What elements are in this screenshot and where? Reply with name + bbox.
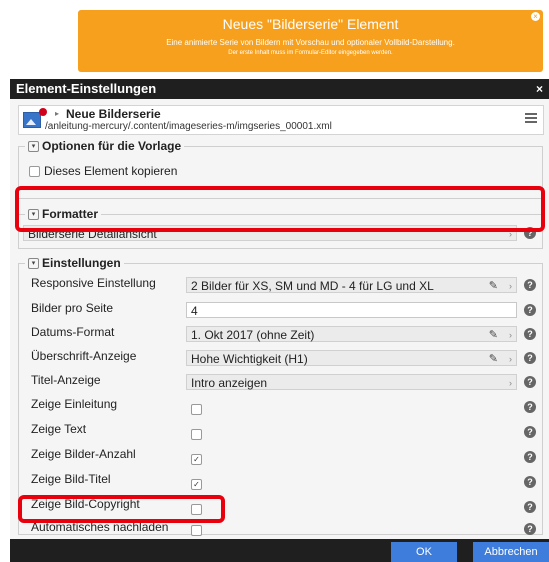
responsive-select[interactable]: 2 Bilder für XS, SM und MD - 4 für LG un… <box>186 277 517 293</box>
resource-path: /anleitung-mercury/.content/imageseries-… <box>45 121 332 132</box>
collapse-toggle-icon[interactable]: ▾ <box>28 141 39 153</box>
show-intro-checkbox[interactable] <box>191 404 202 415</box>
heading-value: Hohe Wichtigkeit (H1) <box>191 352 308 366</box>
show-text-label: Zeige Text <box>31 422 87 436</box>
help-icon[interactable]: ? <box>524 523 536 535</box>
collapse-toggle-icon[interactable]: ▾ <box>28 258 39 270</box>
pencil-icon[interactable]: ✎ <box>489 278 498 294</box>
help-icon[interactable]: ? <box>524 401 536 413</box>
show-count-label: Zeige Bilder-Anzahl <box>31 447 136 461</box>
banner-title: Neues "Bilderserie" Element <box>222 16 399 32</box>
resource-info: ▸ Neue Bilderserie /anleitung-mercury/.c… <box>18 105 544 135</box>
checkbox[interactable] <box>29 166 40 178</box>
heading-label: Überschrift-Anzeige <box>31 349 137 363</box>
date-format-select[interactable]: 1. Okt 2017 (ohne Zeit) ✎ › <box>186 326 517 342</box>
heading-select[interactable]: Hohe Wichtigkeit (H1) ✎ › <box>186 350 517 366</box>
chevron-right-icon: › <box>509 330 512 340</box>
title-display-value: Intro anzeigen <box>191 376 268 390</box>
new-element-banner: Neues "Bilderserie" Element Eine animier… <box>78 10 543 72</box>
dialog-footer: OK Abbrechen <box>10 539 549 562</box>
help-icon[interactable]: ? <box>524 426 536 438</box>
help-icon[interactable]: ? <box>524 501 536 513</box>
help-icon[interactable]: ? <box>524 376 536 388</box>
show-img-title-checkbox[interactable]: ✓ <box>191 479 202 490</box>
date-format-value: 1. Okt 2017 (ohne Zeit) <box>191 328 315 342</box>
help-icon[interactable]: ? <box>524 352 536 364</box>
dialog-header: Element-Einstellungen × <box>10 79 549 99</box>
show-count-checkbox[interactable]: ✓ <box>191 454 202 465</box>
pencil-icon[interactable]: ✎ <box>489 351 498 367</box>
help-icon[interactable]: ? <box>524 279 536 291</box>
ok-button[interactable]: OK <box>391 542 457 562</box>
show-intro-label: Zeige Einleitung <box>31 397 118 411</box>
banner-description: Eine animierte Serie von Bildern mit Vor… <box>166 38 455 47</box>
show-img-title-label: Zeige Bild-Titel <box>31 472 111 486</box>
help-icon[interactable]: ? <box>524 451 536 463</box>
banner-subnote: Der erste Inhalt muss im Formular-Editor… <box>228 50 393 56</box>
hamburger-menu-icon[interactable] <box>525 113 537 125</box>
help-icon[interactable]: ? <box>524 328 536 340</box>
resource-name: Neue Bilderserie <box>66 107 161 121</box>
copy-element-label: Dieses Element kopieren <box>44 164 178 178</box>
element-settings-dialog: Element-Einstellungen × ▸ Neue Bilderser… <box>10 79 549 562</box>
close-icon[interactable]: × <box>536 82 543 96</box>
chevron-right-icon: › <box>509 354 512 364</box>
chevron-right-icon: › <box>509 281 512 291</box>
settings-legend[interactable]: ▾ Einstellungen <box>25 256 124 270</box>
auto-reload-checkbox[interactable] <box>191 525 202 536</box>
new-indicator-icon <box>39 108 47 116</box>
cancel-button[interactable]: Abbrechen <box>473 542 549 562</box>
pencil-icon[interactable]: ✎ <box>489 327 498 343</box>
auto-reload-highlight <box>18 495 225 523</box>
expand-arrow-icon[interactable]: ▸ <box>55 109 59 118</box>
date-format-label: Datums-Format <box>31 325 115 339</box>
formatter-highlight <box>15 186 545 232</box>
image-series-icon <box>23 112 41 128</box>
per-page-label: Bilder pro Seite <box>31 301 114 315</box>
responsive-label: Responsive Einstellung <box>31 276 156 290</box>
help-icon[interactable]: ? <box>524 304 536 316</box>
help-icon[interactable]: ? <box>524 476 536 488</box>
chevron-right-icon: › <box>509 378 512 388</box>
dialog-content: ▸ Neue Bilderserie /anleitung-mercury/.c… <box>10 99 549 539</box>
per-page-input[interactable]: 4 <box>186 302 517 318</box>
responsive-value: 2 Bilder für XS, SM und MD - 4 für LG un… <box>191 279 434 293</box>
template-options-legend[interactable]: ▾ Optionen für die Vorlage <box>25 139 185 153</box>
copy-element-checkbox[interactable]: Dieses Element kopieren <box>29 164 177 178</box>
title-display-label: Titel-Anzeige <box>31 373 101 387</box>
close-circle-icon[interactable]: × <box>531 12 540 21</box>
title-display-select[interactable]: Intro anzeigen › <box>186 374 517 390</box>
show-text-checkbox[interactable] <box>191 429 202 440</box>
dialog-title: Element-Einstellungen <box>16 81 157 96</box>
